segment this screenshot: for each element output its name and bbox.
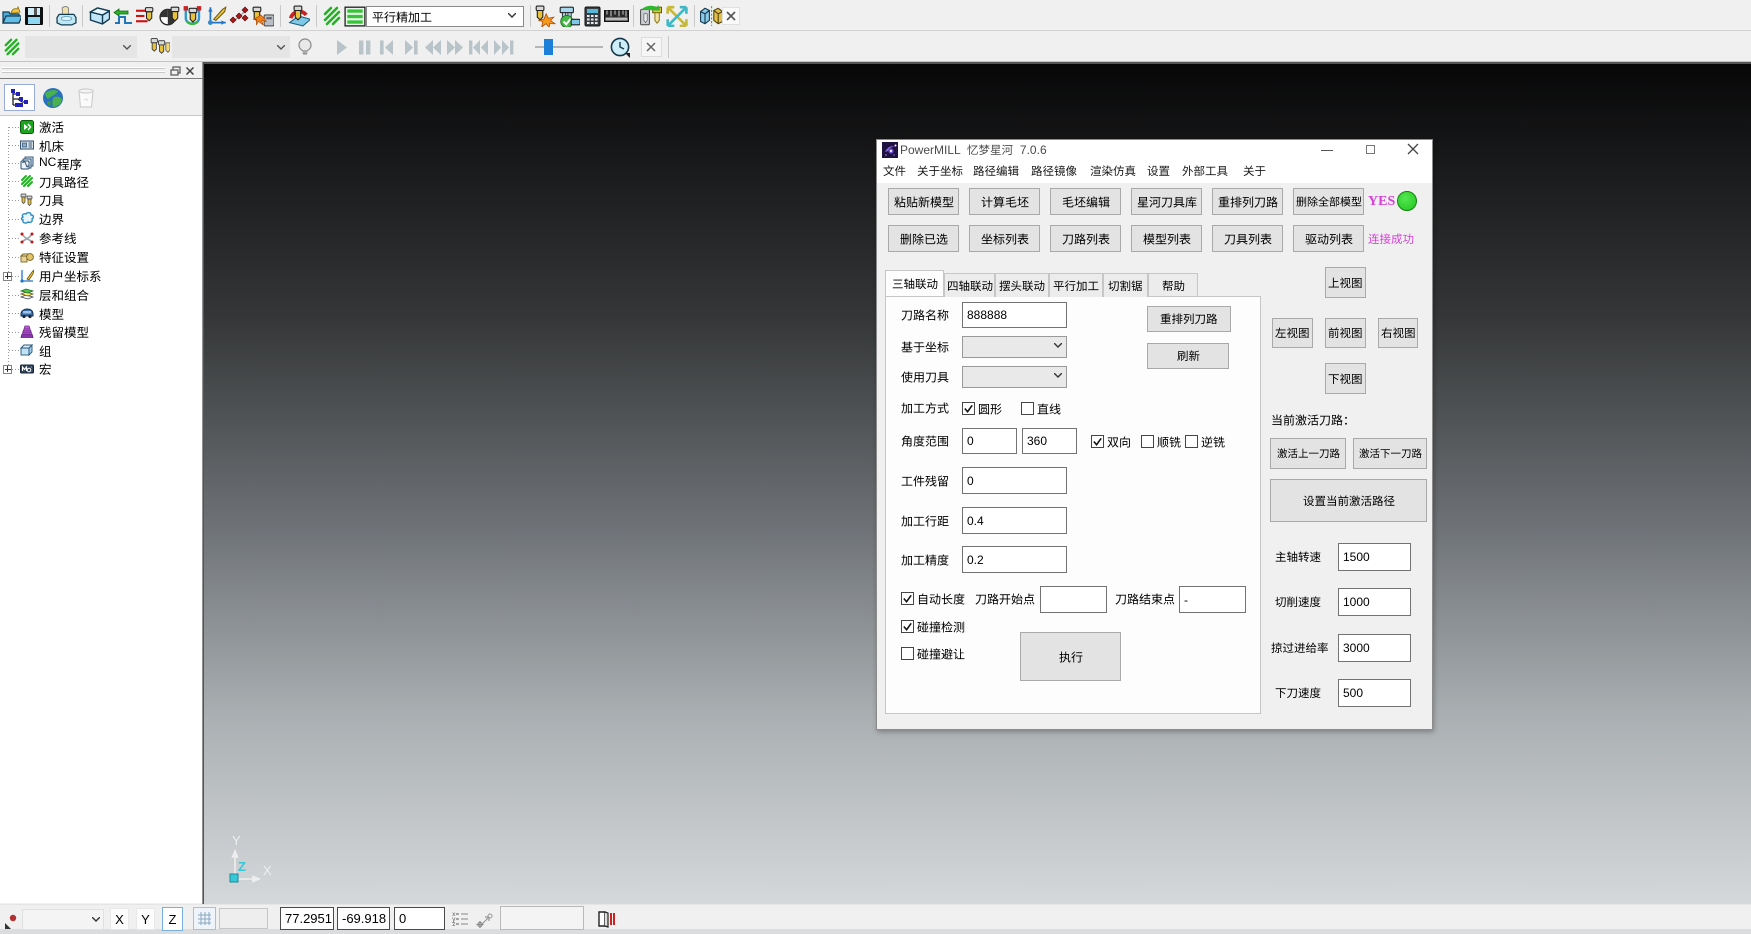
svg-text:z=: z= xyxy=(452,921,460,928)
svg-text:X: X xyxy=(263,863,272,878)
svg-text:Z: Z xyxy=(238,859,246,874)
svg-text:Y: Y xyxy=(232,835,241,848)
